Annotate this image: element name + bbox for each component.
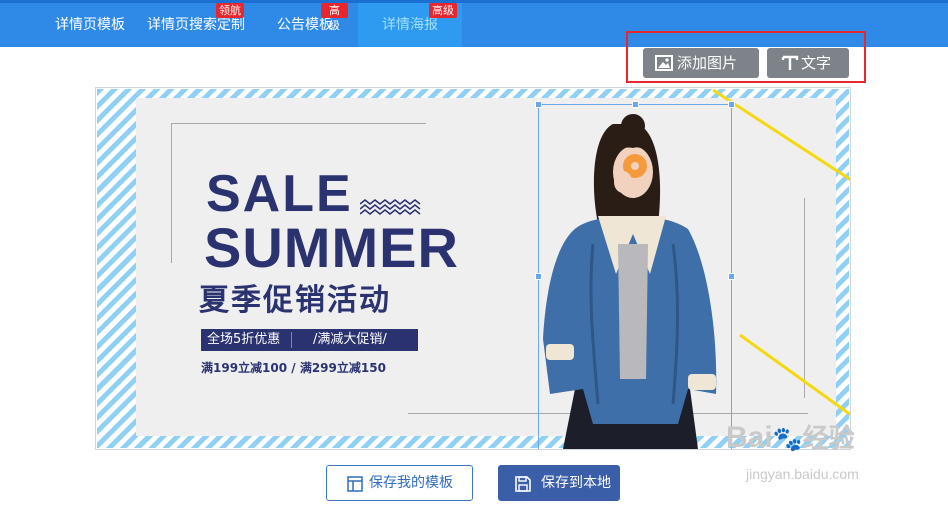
template-icon (347, 476, 363, 492)
resize-handle[interactable] (535, 273, 542, 280)
resize-handle[interactable] (535, 101, 542, 108)
save-my-template-button[interactable]: 保存我的模板 (326, 465, 473, 501)
image-icon (655, 55, 673, 71)
save-to-local-button[interactable]: 保存到本地 (498, 465, 620, 501)
tab-detail-poster[interactable]: 详情海报 高级 (358, 3, 462, 47)
resize-handle[interactable] (632, 101, 639, 108)
text-icon (781, 55, 799, 70)
frame-line (171, 123, 172, 263)
poster-headline-summer[interactable]: SUMMER (204, 220, 459, 276)
baidu-watermark: Bai🐾经验 (726, 418, 855, 455)
nav-badge: 领航 (216, 3, 244, 18)
tab-label: 详情页搜索定制 (147, 17, 245, 33)
poster-headline-sale[interactable]: SALE (206, 168, 353, 220)
zigzag-decoration (360, 199, 421, 215)
floppy-icon (515, 476, 531, 492)
watermark-brand-cn: 经验 (802, 423, 855, 453)
add-text-button[interactable]: 文字 (767, 48, 849, 78)
promo-left-text: 全场5折优惠 (207, 332, 281, 347)
add-image-label: 添加图片 (677, 54, 738, 72)
yellow-diagonal-line (739, 333, 850, 417)
add-image-button[interactable]: 添加图片 (643, 48, 759, 78)
tab-detail-template[interactable]: 详情页模板 (42, 3, 138, 47)
nav-badge: 高级 (429, 3, 457, 18)
nav-badge: 高级 (321, 3, 348, 32)
resize-handle[interactable] (728, 101, 735, 108)
tab-notice-template[interactable]: 公告模板 高级 (262, 3, 348, 47)
promo-right-text: /满减大促销/ (313, 332, 387, 347)
paw-icon: 🐾 (772, 426, 803, 453)
watermark-url: jingyan.baidu.com (746, 466, 859, 482)
save-template-label: 保存我的模板 (369, 475, 453, 491)
tab-detail-search[interactable]: 详情页搜索定制 领航 (140, 3, 252, 47)
poster-canvas[interactable]: SALE SUMMER 夏季促销活动 全场5折优惠 /满减大促销/ 满199立减… (95, 87, 851, 450)
watermark-brand: Bai (726, 421, 773, 454)
promo-discount-text[interactable]: 满199立减100 / 满299立减150 (201, 359, 386, 376)
tab-label: 公告模板 (277, 17, 333, 33)
save-local-label: 保存到本地 (541, 475, 611, 491)
poster-cn-title[interactable]: 夏季促销活动 (199, 283, 391, 319)
tab-label: 详情页模板 (55, 17, 125, 33)
add-text-label: 文字 (801, 54, 832, 72)
promo-bar[interactable]: 全场5折优惠 /满减大促销/ (201, 329, 418, 351)
tab-label: 详情海报 (382, 17, 438, 33)
resize-handle[interactable] (728, 273, 735, 280)
image-selection-box[interactable] (535, 101, 735, 449)
promo-divider (291, 332, 292, 348)
frame-line (171, 123, 426, 124)
